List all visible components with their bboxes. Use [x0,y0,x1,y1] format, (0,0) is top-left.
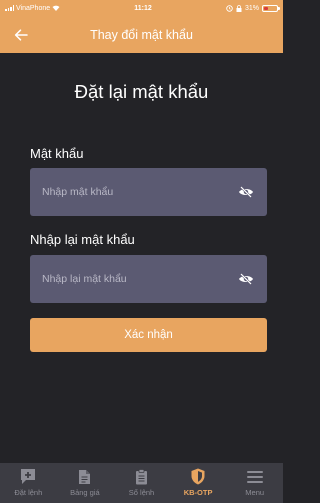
tab-label: Bảng giá [70,488,100,497]
document-icon [79,469,91,484]
tab-label: Menu [245,488,265,497]
tab-label: KB-OTP [183,488,213,497]
menu-icon [246,470,263,483]
confirm-password-visibility-toggle[interactable] [237,272,255,286]
wifi-icon [52,5,60,11]
app-header: VinaPhone 11:12 31% Thay đổi mật khẩu [0,0,283,53]
tab-dat-lenh[interactable]: Đặt lệnh [0,463,57,503]
eye-off-icon [239,186,253,198]
confirm-password-input[interactable] [42,273,237,285]
eye-off-icon [239,273,253,285]
bottom-tab-bar: Đặt lệnh Bảng giá Sổ lệnh KB-OTP Menu [0,463,283,503]
tab-kb-otp[interactable]: KB-OTP [170,463,227,503]
battery-percent: 31% [244,4,259,12]
alarm-icon [226,4,233,12]
battery-icon [261,4,280,12]
password-label: Mật khẩu [30,146,84,161]
password-visibility-toggle[interactable] [237,185,255,199]
back-arrow-icon [14,29,28,41]
tab-menu[interactable]: Menu [226,463,283,503]
add-order-icon [21,469,36,484]
confirm-password-label: Nhập lại mật khẩu [30,232,135,247]
confirm-button[interactable]: Xác nhận [30,318,267,352]
status-bar: VinaPhone 11:12 31% [0,0,283,16]
page-title: Đặt lại mật khẩu [74,81,209,102]
tab-so-lenh[interactable]: Sổ lệnh [113,463,170,503]
back-button[interactable] [10,25,32,45]
tab-label: Sổ lệnh [128,488,155,497]
lock-icon [236,4,242,12]
signal-icon [5,5,14,11]
confirm-password-field[interactable] [30,255,267,303]
carrier-name: VinaPhone [16,4,51,12]
header-title: Thay đổi mật khẩu [90,28,193,42]
tab-label: Đặt lệnh [14,488,43,497]
password-input[interactable] [42,186,237,198]
status-time: 11:12 [134,4,152,12]
tab-bang-gia[interactable]: Bảng giá [57,463,114,503]
shield-icon [191,468,205,485]
clipboard-icon [135,468,147,484]
password-field[interactable] [30,168,267,216]
